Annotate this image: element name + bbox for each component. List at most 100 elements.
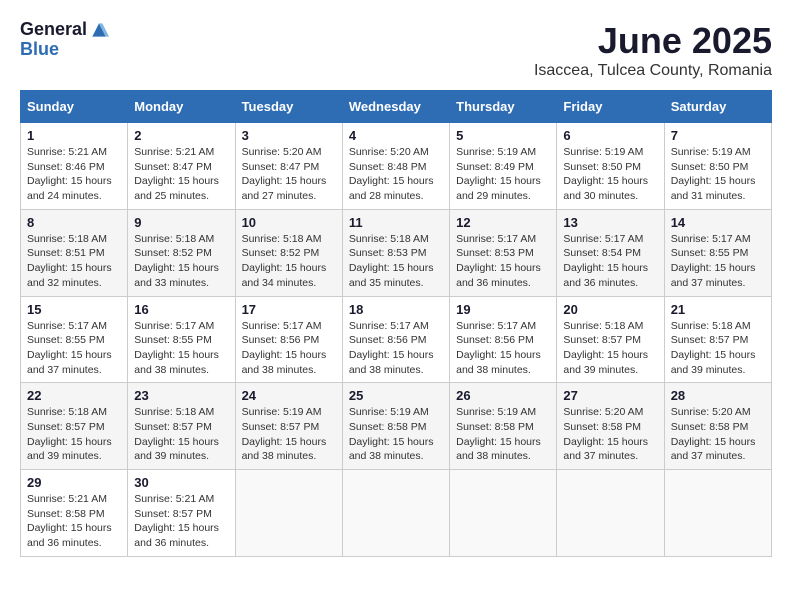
calendar-cell: 11Sunrise: 5:18 AMSunset: 8:53 PMDayligh… xyxy=(342,209,449,296)
calendar-cell: 5 Sunrise: 5:19 AMSunset: 8:49 PMDaylight… xyxy=(450,123,557,210)
day-detail: Sunrise: 5:17 AMSunset: 8:56 PMDaylight:… xyxy=(456,319,550,378)
title-area: June 2025 Isaccea, Tulcea County, Romani… xyxy=(534,20,772,80)
day-detail: Sunrise: 5:20 AMSunset: 8:58 PMDaylight:… xyxy=(563,405,657,464)
day-number: 20 xyxy=(563,302,657,317)
day-number: 25 xyxy=(349,388,443,403)
day-number: 12 xyxy=(456,215,550,230)
calendar-cell: 12 Sunrise: 5:17 AMSunset: 8:53 PMDayligh… xyxy=(450,209,557,296)
calendar-cell: 30Sunrise: 5:21 AMSunset: 8:57 PMDayligh… xyxy=(128,470,235,557)
day-detail: Sunrise: 5:17 AMSunset: 8:55 PMDaylight:… xyxy=(671,232,765,291)
day-detail: Sunrise: 5:18 AMSunset: 8:53 PMDaylight:… xyxy=(349,232,443,291)
header-tuesday: Tuesday xyxy=(235,91,342,123)
day-number: 1 xyxy=(27,128,121,143)
day-detail: Sunrise: 5:19 AMSunset: 8:50 PMDaylight:… xyxy=(563,145,657,204)
calendar-cell: 29Sunrise: 5:21 AMSunset: 8:58 PMDayligh… xyxy=(21,470,128,557)
day-number: 23 xyxy=(134,388,228,403)
day-detail: Sunrise: 5:21 AMSunset: 8:47 PMDaylight:… xyxy=(134,145,228,204)
calendar-cell xyxy=(664,470,771,557)
calendar-cell: 8 Sunrise: 5:18 AMSunset: 8:51 PMDaylight… xyxy=(21,209,128,296)
logo-general: General xyxy=(20,20,87,40)
day-number: 19 xyxy=(456,302,550,317)
day-number: 28 xyxy=(671,388,765,403)
calendar-cell: 2 Sunrise: 5:21 AMSunset: 8:47 PMDaylight… xyxy=(128,123,235,210)
day-detail: Sunrise: 5:20 AMSunset: 8:47 PMDaylight:… xyxy=(242,145,336,204)
day-number: 24 xyxy=(242,388,336,403)
day-number: 8 xyxy=(27,215,121,230)
day-number: 7 xyxy=(671,128,765,143)
header-friday: Friday xyxy=(557,91,664,123)
calendar-cell: 6 Sunrise: 5:19 AMSunset: 8:50 PMDaylight… xyxy=(557,123,664,210)
calendar-cell xyxy=(450,470,557,557)
header-wednesday: Wednesday xyxy=(342,91,449,123)
day-detail: Sunrise: 5:18 AMSunset: 8:57 PMDaylight:… xyxy=(134,405,228,464)
day-number: 2 xyxy=(134,128,228,143)
calendar-week-row: 15 Sunrise: 5:17 AMSunset: 8:55 PMDayligh… xyxy=(21,296,772,383)
calendar-cell: 18 Sunrise: 5:17 AMSunset: 8:56 PMDayligh… xyxy=(342,296,449,383)
calendar-cell: 28Sunrise: 5:20 AMSunset: 8:58 PMDayligh… xyxy=(664,383,771,470)
month-title: June 2025 xyxy=(534,20,772,62)
page-header: General Blue June 2025 Isaccea, Tulcea C… xyxy=(20,20,772,80)
day-detail: Sunrise: 5:18 AMSunset: 8:52 PMDaylight:… xyxy=(134,232,228,291)
day-number: 13 xyxy=(563,215,657,230)
day-number: 15 xyxy=(27,302,121,317)
day-number: 21 xyxy=(671,302,765,317)
day-number: 3 xyxy=(242,128,336,143)
day-detail: Sunrise: 5:18 AMSunset: 8:51 PMDaylight:… xyxy=(27,232,121,291)
day-detail: Sunrise: 5:17 AMSunset: 8:54 PMDaylight:… xyxy=(563,232,657,291)
day-detail: Sunrise: 5:18 AMSunset: 8:52 PMDaylight:… xyxy=(242,232,336,291)
calendar-cell: 21Sunrise: 5:18 AMSunset: 8:57 PMDayligh… xyxy=(664,296,771,383)
day-number: 5 xyxy=(456,128,550,143)
calendar-table: Sunday Monday Tuesday Wednesday Thursday… xyxy=(20,90,772,557)
calendar-cell: 26Sunrise: 5:19 AMSunset: 8:58 PMDayligh… xyxy=(450,383,557,470)
day-number: 9 xyxy=(134,215,228,230)
calendar-cell: 4 Sunrise: 5:20 AMSunset: 8:48 PMDaylight… xyxy=(342,123,449,210)
day-detail: Sunrise: 5:20 AMSunset: 8:48 PMDaylight:… xyxy=(349,145,443,204)
calendar-cell: 25 Sunrise: 5:19 AMSunset: 8:58 PMDayligh… xyxy=(342,383,449,470)
day-detail: Sunrise: 5:19 AMSunset: 8:58 PMDaylight:… xyxy=(349,405,443,464)
header-thursday: Thursday xyxy=(450,91,557,123)
day-detail: Sunrise: 5:17 AMSunset: 8:55 PMDaylight:… xyxy=(134,319,228,378)
day-detail: Sunrise: 5:21 AMSunset: 8:57 PMDaylight:… xyxy=(134,492,228,551)
header-sunday: Sunday xyxy=(21,91,128,123)
logo-blue: Blue xyxy=(20,40,109,60)
day-number: 4 xyxy=(349,128,443,143)
day-number: 14 xyxy=(671,215,765,230)
calendar-cell: 10 Sunrise: 5:18 AMSunset: 8:52 PMDayligh… xyxy=(235,209,342,296)
calendar-cell: 13 Sunrise: 5:17 AMSunset: 8:54 PMDayligh… xyxy=(557,209,664,296)
calendar-cell: 7Sunrise: 5:19 AMSunset: 8:50 PMDaylight… xyxy=(664,123,771,210)
calendar-cell: 3 Sunrise: 5:20 AMSunset: 8:47 PMDaylight… xyxy=(235,123,342,210)
calendar-week-row: 1 Sunrise: 5:21 AMSunset: 8:46 PMDaylight… xyxy=(21,123,772,210)
day-number: 18 xyxy=(349,302,443,317)
calendar-cell: 27 Sunrise: 5:20 AMSunset: 8:58 PMDayligh… xyxy=(557,383,664,470)
day-number: 16 xyxy=(134,302,228,317)
day-number: 6 xyxy=(563,128,657,143)
day-number: 27 xyxy=(563,388,657,403)
day-number: 22 xyxy=(27,388,121,403)
calendar-cell: 9 Sunrise: 5:18 AMSunset: 8:52 PMDaylight… xyxy=(128,209,235,296)
day-detail: Sunrise: 5:17 AMSunset: 8:55 PMDaylight:… xyxy=(27,319,121,378)
day-detail: Sunrise: 5:17 AMSunset: 8:53 PMDaylight:… xyxy=(456,232,550,291)
calendar-cell: 24Sunrise: 5:19 AMSunset: 8:57 PMDayligh… xyxy=(235,383,342,470)
header-saturday: Saturday xyxy=(664,91,771,123)
calendar-cell: 14 Sunrise: 5:17 AMSunset: 8:55 PMDayligh… xyxy=(664,209,771,296)
calendar-cell: 1 Sunrise: 5:21 AMSunset: 8:46 PMDaylight… xyxy=(21,123,128,210)
location-title: Isaccea, Tulcea County, Romania xyxy=(534,62,772,80)
calendar-cell: 23 Sunrise: 5:18 AMSunset: 8:57 PMDayligh… xyxy=(128,383,235,470)
day-detail: Sunrise: 5:19 AMSunset: 8:49 PMDaylight:… xyxy=(456,145,550,204)
day-detail: Sunrise: 5:21 AMSunset: 8:58 PMDaylight:… xyxy=(27,492,121,551)
calendar-cell: 16 Sunrise: 5:17 AMSunset: 8:55 PMDayligh… xyxy=(128,296,235,383)
header-monday: Monday xyxy=(128,91,235,123)
day-detail: Sunrise: 5:21 AMSunset: 8:46 PMDaylight:… xyxy=(27,145,121,204)
day-detail: Sunrise: 5:17 AMSunset: 8:56 PMDaylight:… xyxy=(349,319,443,378)
day-detail: Sunrise: 5:18 AMSunset: 8:57 PMDaylight:… xyxy=(563,319,657,378)
logo: General Blue xyxy=(20,20,109,60)
logo-icon xyxy=(89,20,109,40)
calendar-cell: 15 Sunrise: 5:17 AMSunset: 8:55 PMDayligh… xyxy=(21,296,128,383)
calendar-cell: 22 Sunrise: 5:18 AMSunset: 8:57 PMDayligh… xyxy=(21,383,128,470)
calendar-cell: 20 Sunrise: 5:18 AMSunset: 8:57 PMDayligh… xyxy=(557,296,664,383)
day-detail: Sunrise: 5:18 AMSunset: 8:57 PMDaylight:… xyxy=(27,405,121,464)
logo-text: General Blue xyxy=(20,20,109,60)
day-number: 10 xyxy=(242,215,336,230)
calendar-week-row: 29Sunrise: 5:21 AMSunset: 8:58 PMDayligh… xyxy=(21,470,772,557)
calendar-cell xyxy=(235,470,342,557)
